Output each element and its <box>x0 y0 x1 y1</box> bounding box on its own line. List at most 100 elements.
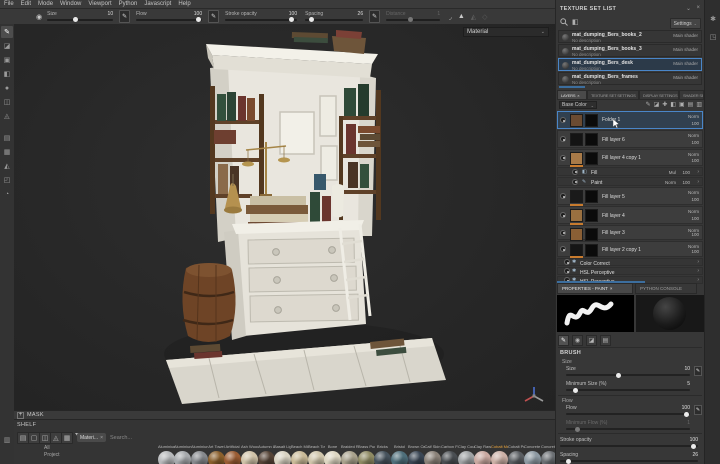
particles-icon[interactable]: ◉ <box>572 335 583 346</box>
effect-row[interactable]: ✱ HSL Perceptive › <box>557 267 703 276</box>
material-item[interactable]: Concrete A <box>524 444 541 464</box>
model-3d-secretary-desk[interactable] <box>14 24 555 410</box>
material-sphere[interactable] <box>258 451 275 464</box>
visibility-icon[interactable] <box>560 193 566 199</box>
minimum-size-slider[interactable]: Minimum Size (%) 5 <box>566 381 690 393</box>
tab-python-console[interactable]: PYTHON CONSOLE <box>635 283 697 294</box>
projection-tool[interactable]: ▣ <box>1 54 13 66</box>
brush-tip-icon[interactable]: ◉ <box>36 13 42 21</box>
texture-set-row[interactable]: mat_dumping_Bers_books_3 Main shader No … <box>558 44 702 57</box>
material-item[interactable]: Autumn Leaf <box>258 444 275 464</box>
material-sphere[interactable] <box>474 451 491 464</box>
quick-mask-tool[interactable]: ▤ <box>1 132 13 144</box>
size-pressure-toggle[interactable]: ✎ <box>119 10 131 23</box>
close-icon[interactable]: × <box>696 5 700 11</box>
material-item[interactable]: Clay Raw <box>474 444 491 464</box>
smudge-tool[interactable]: ● <box>1 82 13 94</box>
size-slider[interactable]: Size 10 <box>45 11 115 23</box>
spacing-pressure-toggle[interactable]: ✎ <box>369 10 381 23</box>
search-input[interactable]: Search... <box>110 435 132 441</box>
texture-set-row-selected[interactable]: mat_dumping_Bers_desk Main shader No des… <box>558 58 702 71</box>
material-item[interactable]: Ash Wood <box>241 444 258 464</box>
mask-thumbnail[interactable] <box>585 244 598 257</box>
add-paint-layer-icon[interactable]: ✚ <box>662 101 667 108</box>
material-sphere[interactable] <box>358 451 375 464</box>
material-item[interactable]: Clay Court <box>458 444 475 464</box>
layer-row[interactable]: Fill layer 5 Norm 100 <box>557 187 703 206</box>
search-icon[interactable] <box>560 18 568 26</box>
lazy-mouse-icon[interactable]: ◞ <box>449 13 452 21</box>
material-sphere[interactable] <box>274 451 291 464</box>
flow-pressure-toggle[interactable]: ✎ <box>208 10 220 23</box>
material-item[interactable]: Aluminium <box>158 444 175 464</box>
tab-properties-paint[interactable]: PROPERTIES - PAINT × <box>557 283 633 294</box>
material-item[interactable]: Basalt Light <box>274 444 291 464</box>
material-item[interactable]: Aluminium <box>191 444 208 464</box>
visibility-icon[interactable] <box>560 229 566 236</box>
layer-sub-row-fill[interactable]: ◧ Fill Mul 100 › <box>557 167 703 176</box>
material-item[interactable]: Art Towel <box>208 444 225 464</box>
paint-tool[interactable]: ✎ <box>1 26 13 38</box>
visibility-icon[interactable] <box>560 136 566 142</box>
category-project[interactable]: Project <box>44 452 60 458</box>
size-slider[interactable]: Size 10 <box>566 366 690 378</box>
add-smart-material-icon[interactable]: ▣ <box>679 101 685 108</box>
material-sphere[interactable] <box>291 451 308 464</box>
material-sphere[interactable] <box>324 451 341 464</box>
settings-button[interactable]: Settings ⌄ <box>669 18 701 29</box>
add-folder-icon[interactable]: ▤ <box>688 101 694 108</box>
material-settings-icon[interactable]: ▤ <box>600 335 611 346</box>
texture-set-row[interactable]: mat_dumping_Bers_books_2 Main shader No … <box>558 30 702 43</box>
material-sphere[interactable] <box>341 451 358 464</box>
flow-pressure-toggle[interactable]: ✎ <box>694 405 702 415</box>
material-item[interactable]: Bristol <box>391 444 408 464</box>
layer-row[interactable]: Fill layer 3 Norm 100 <box>557 225 703 241</box>
filter-icon[interactable]: ◧ <box>572 18 579 26</box>
category-all[interactable]: All <box>44 445 50 451</box>
shading-mode-dropdown[interactable]: Material ⌄ <box>463 27 549 37</box>
menu-window[interactable]: Window <box>60 1 81 7</box>
mask-bar[interactable]: + MASK <box>14 410 555 420</box>
stencil-tool[interactable]: ▦ <box>1 146 13 158</box>
menu-help[interactable]: Help <box>178 1 190 7</box>
material-sphere[interactable] <box>391 451 408 464</box>
clone-tool[interactable]: ◫ <box>1 96 13 108</box>
settings-tool[interactable]: ◔ <box>1 188 13 200</box>
mask-thumbnail[interactable] <box>585 228 598 241</box>
material-sphere[interactable] <box>308 451 325 464</box>
texture-set-row[interactable]: mat_dumping_Bers_frames Main shader No d… <box>558 72 702 85</box>
visibility-icon[interactable] <box>572 168 578 175</box>
layer-row[interactable]: Fill layer 6 Norm 100 <box>557 130 703 148</box>
delete-layer-icon[interactable]: ▥ <box>696 101 702 108</box>
spacing-slider[interactable]: Spacing 26 <box>303 11 365 23</box>
add-mask-icon[interactable]: ◪ <box>654 101 660 108</box>
grid-view-icon[interactable]: ▦ <box>61 432 73 444</box>
flow-slider[interactable]: Flow 100 <box>566 405 690 417</box>
material-picker-tool[interactable]: ◬ <box>1 110 13 122</box>
layer-row[interactable]: Fill layer 4 copy 1 Norm 100 <box>557 149 703 167</box>
menu-mode[interactable]: Mode <box>38 1 53 7</box>
layer-row[interactable]: Fill layer 4 Norm 100 <box>557 206 703 225</box>
mask-thumbnail[interactable] <box>585 190 598 203</box>
expand-plus-icon[interactable]: + <box>17 411 24 419</box>
mask-thumbnail[interactable] <box>585 133 598 146</box>
channel-dropdown[interactable]: Base Color ⌄ <box>559 101 597 109</box>
material-sphere[interactable] <box>241 451 258 464</box>
menu-javascript[interactable]: Javascript <box>144 1 171 7</box>
mask-thumbnail[interactable] <box>585 209 598 222</box>
tab-display-settings[interactable]: DISPLAY SETTINGS <box>639 90 679 100</box>
material-item[interactable]: Bricks <box>374 444 391 464</box>
material-item[interactable]: Braided Ro <box>341 444 358 464</box>
gear-icon[interactable]: ✱ <box>708 14 718 24</box>
material-sphere[interactable] <box>408 451 425 464</box>
material-sphere[interactable] <box>208 451 225 464</box>
polygon-fill-tool[interactable]: ◧ <box>1 68 13 80</box>
visibility-icon[interactable] <box>560 212 566 218</box>
add-effect-icon[interactable]: ✎ <box>646 101 651 108</box>
material-sphere[interactable] <box>191 451 208 464</box>
visibility-icon[interactable] <box>572 178 578 185</box>
close-icon[interactable]: × <box>100 435 103 441</box>
material-item[interactable]: Calf Skin <box>424 444 441 464</box>
layer-thumbnail[interactable] <box>570 152 583 165</box>
layer-thumbnail[interactable] <box>570 228 583 241</box>
